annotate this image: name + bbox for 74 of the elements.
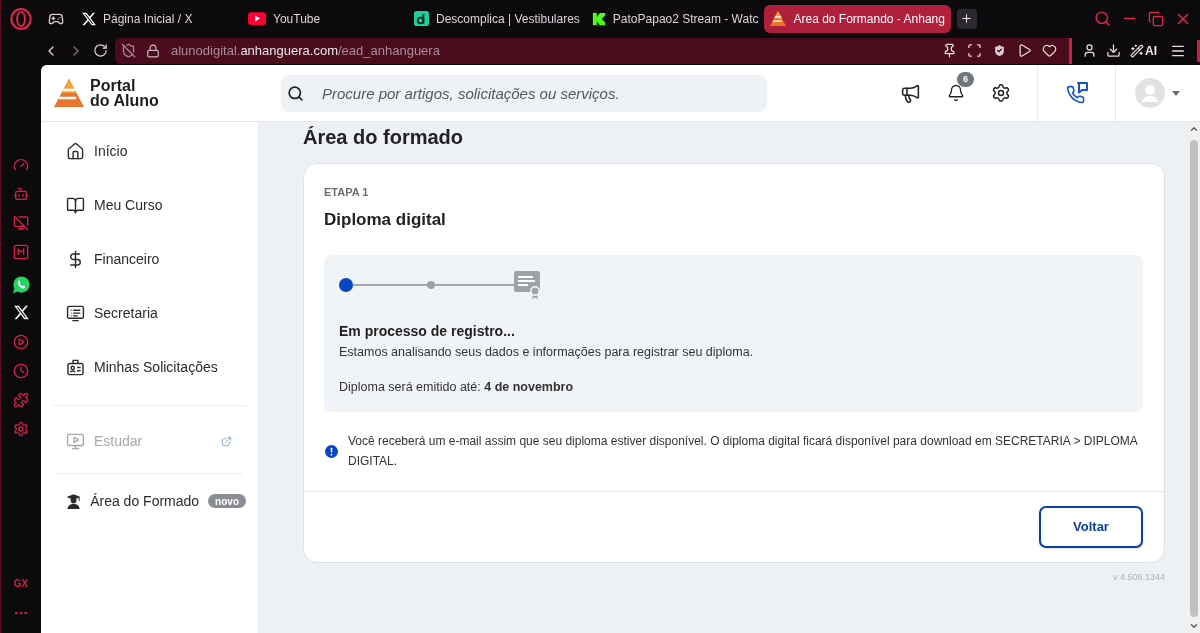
phone-chat-icon[interactable] [1064, 81, 1089, 105]
sidebar-item[interactable]: Secretaria [41, 286, 258, 340]
play-logo-icon [248, 12, 266, 25]
bot-icon[interactable] [13, 186, 29, 202]
browser-tab[interactable]: PatoPapao2 Stream - Watc [585, 4, 765, 33]
screen-list-icon [66, 303, 85, 323]
url-text: alunodigital.anhanguera.com/ead_anhanguera [171, 41, 440, 60]
logo-text[interactable]: Portal do Aluno [90, 78, 159, 108]
browser-tab[interactable]: Descomplica | Vestibulares [408, 4, 586, 33]
lock-icon[interactable] [146, 43, 160, 58]
site-logo-icon [414, 11, 429, 26]
bell-icon[interactable] [947, 84, 965, 102]
browser-tab[interactable]: Area do Formando - Anhang [764, 4, 951, 33]
restore-icon[interactable] [1148, 10, 1164, 27]
scan-icon[interactable] [967, 43, 982, 58]
new-tab-button[interactable] [956, 8, 977, 29]
browser-logo-icon[interactable] [10, 7, 32, 30]
search-icon[interactable] [1094, 10, 1111, 27]
gx-button[interactable]: GX [13, 576, 29, 591]
profile-icon[interactable] [1082, 43, 1097, 58]
address-bar[interactable]: alunodigital.anhanguera.com/ead_anhanguera [115, 37, 1072, 64]
gauge-icon[interactable] [13, 157, 29, 173]
play-icon[interactable] [1017, 43, 1032, 58]
scrollbar-thumb[interactable] [1190, 140, 1198, 617]
home-icon [66, 141, 85, 161]
card-title: Diploma digital [324, 209, 447, 231]
scroll-up-icon[interactable] [1189, 124, 1199, 134]
x-logo-icon[interactable] [13, 305, 29, 320]
ai-button[interactable]: AI [1130, 41, 1157, 60]
status-heading: Em processo de registro... [339, 322, 516, 340]
page-title: Área do formado [303, 125, 465, 150]
reload-icon[interactable] [93, 43, 108, 58]
status-text: Estamos analisando seus dados e informações para registrar seu diploma. [339, 344, 755, 361]
settings-icon[interactable] [991, 83, 1011, 103]
site-logo-icon [591, 11, 606, 26]
shield-check-icon[interactable] [992, 43, 1007, 58]
scrollbar[interactable] [1188, 122, 1200, 633]
play-screen-icon [66, 431, 85, 451]
search-field[interactable]: Procure por artigos, solicitações ou serviços. [281, 74, 767, 112]
notification-badge: 6 [957, 72, 974, 87]
info-icon [325, 444, 338, 458]
heart-icon[interactable] [1042, 43, 1057, 58]
browser-tab[interactable]: Página Inicial / X [76, 4, 242, 33]
wand-icon [1130, 43, 1144, 58]
pin-icon[interactable] [942, 43, 957, 58]
search-icon [287, 84, 304, 102]
book-icon [66, 195, 85, 215]
logo-icon [54, 79, 84, 107]
new-badge: novo [208, 494, 246, 508]
caret-icon[interactable] [1172, 90, 1180, 96]
m-square-icon[interactable] [13, 244, 29, 260]
scroll-down-icon[interactable] [1189, 621, 1199, 631]
browser-tab[interactable]: YouTube [242, 4, 408, 33]
sidebar-item[interactable]: Início [41, 124, 258, 178]
shield-off-icon[interactable] [121, 43, 136, 58]
x-logo-icon [82, 11, 96, 26]
sidebar-item[interactable]: Minhas Solicitações [41, 340, 258, 394]
sidebar-item[interactable]: Área do Formado novo [41, 474, 258, 528]
sidebar-item[interactable]: Meu Curso [41, 178, 258, 232]
id-card-icon [66, 357, 85, 377]
puzzle-icon[interactable] [13, 392, 29, 408]
clock-icon[interactable] [13, 363, 29, 379]
monitor-off-icon[interactable] [13, 215, 29, 231]
plus-icon [960, 12, 974, 25]
megaphone-icon[interactable] [900, 82, 921, 104]
sidebar-item[interactable]: Financeiro [41, 232, 258, 286]
notice-text: Você receberá um e-mail assim que seu diploma estiver disponível. O diploma digital ficará disponível para download em SECRETARIA > DIPLOMA DIGITAL. [348, 433, 1139, 470]
download-icon[interactable] [1106, 43, 1121, 58]
graduate-icon [66, 491, 82, 511]
deadline-text: Diploma será emitido até: 4 de novembro [339, 379, 575, 396]
triangle-logo-icon [770, 11, 787, 26]
step-label: ETAPA 1 [324, 185, 370, 199]
back-button[interactable]: Voltar [1039, 506, 1143, 548]
chat-icon[interactable] [12, 276, 30, 294]
